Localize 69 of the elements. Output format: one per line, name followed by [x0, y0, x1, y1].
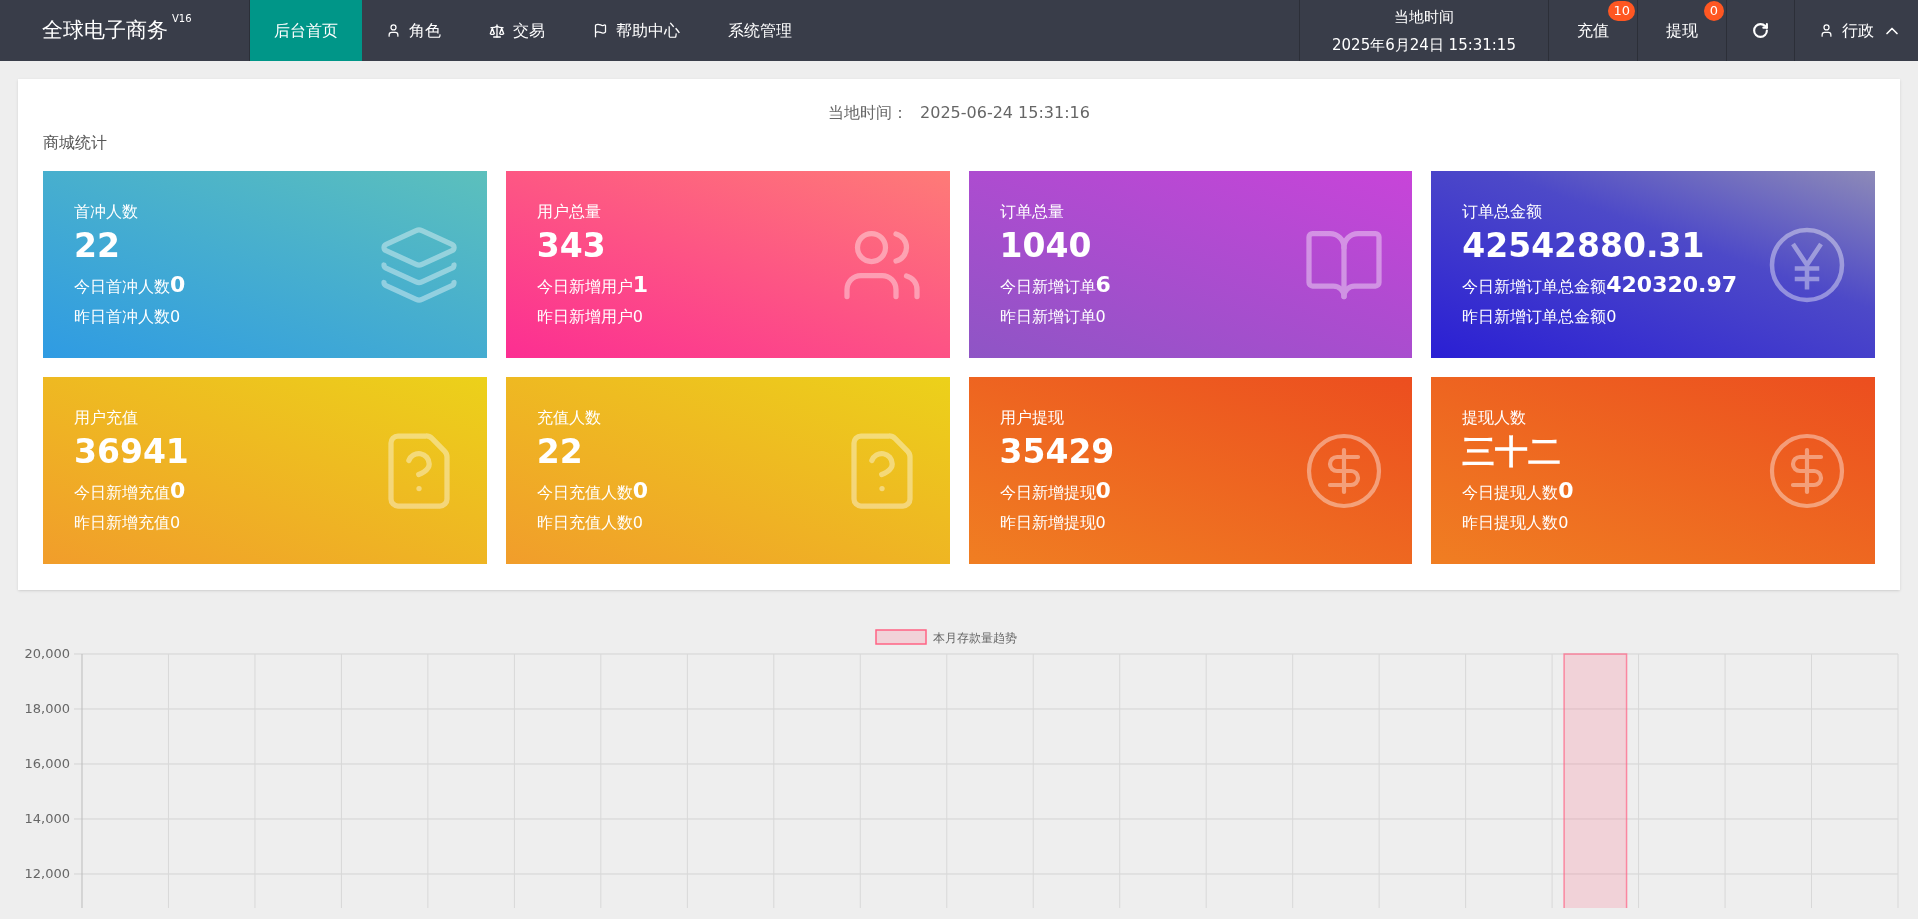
nav-tab[interactable]: 帮助中心 — [569, 0, 704, 61]
y-axis-label: 12,000 — [24, 866, 70, 881]
count-badge: 0 — [1704, 1, 1724, 21]
card-title: 充值人数 — [536, 407, 602, 429]
card-title: 首冲人数 — [74, 201, 139, 223]
card-value: 1040 — [999, 225, 1093, 267]
today-label: 今日新增提现 — [999, 483, 1096, 504]
today-label: 今日新增充值 — [74, 483, 170, 504]
card-value: 36941 — [74, 431, 189, 473]
scale-icon — [489, 22, 505, 39]
flag-icon — [593, 23, 608, 38]
yesterday-stat: 昨日新增充值0 — [74, 512, 182, 534]
yesterday-stat: 昨日新增订单总金额0 — [1462, 306, 1618, 328]
card-value: 22 — [536, 431, 584, 473]
yesterday-stat: 昨日新增订单0 — [999, 306, 1107, 328]
yesterday-stat: 昨日新增提现0 — [999, 512, 1107, 534]
yesterday-stat: 昨日提现人数0 — [1462, 512, 1570, 534]
today-value: 0 — [170, 271, 186, 299]
nav-tab[interactable]: 交易 — [465, 0, 569, 61]
card-value: 343 — [536, 225, 607, 267]
card-title: 订单总量 — [999, 201, 1065, 223]
today-value: 0 — [170, 477, 186, 505]
card-title: 用户提现 — [999, 407, 1065, 429]
today-value: 1 — [632, 271, 649, 299]
chart-legend[interactable]: 本月存款量趋势 — [875, 629, 1017, 645]
today-label: 今日提现人数 — [1462, 483, 1559, 504]
time-label: 当地时间： — [828, 102, 909, 124]
user-icon — [1819, 23, 1834, 38]
yesterday-stat: 昨日充值人数0 — [536, 512, 644, 534]
action-button[interactable]: 充值 10 — [1549, 0, 1638, 61]
refresh-icon — [1752, 22, 1769, 39]
card-value: 三十二 — [1462, 431, 1563, 473]
y-axis-label: 14,000 — [24, 811, 70, 826]
nav-tab[interactable]: 系统管理 — [704, 0, 816, 61]
card-title: 提现人数 — [1462, 407, 1528, 429]
card-value: 35429 — [999, 431, 1115, 473]
yesterday-stat: 昨日新增用户0 — [536, 306, 644, 328]
today-label: 今日新增订单总金额 — [1462, 277, 1607, 298]
brand-title: 全球电子商务 — [42, 16, 168, 44]
clock-label: 当地时间 — [1394, 6, 1454, 28]
card-title: 用户充值 — [74, 407, 139, 429]
card-value: 42542880.31 — [1462, 225, 1706, 267]
nav-tab[interactable]: 角色 — [362, 0, 465, 61]
time-value: 2025-06-24 15:31:16 — [920, 102, 1090, 124]
card-value: 22 — [74, 225, 121, 267]
user-icon — [386, 23, 401, 38]
user-menu[interactable]: 行政 — [1795, 0, 1918, 61]
section-title: 商城统计 — [43, 132, 108, 154]
count-badge: 10 — [1608, 1, 1635, 21]
version-label: V16 — [172, 12, 192, 26]
today-value: 0 — [632, 477, 649, 505]
card-title: 用户总量 — [536, 201, 602, 223]
today-value: 6 — [1095, 271, 1111, 299]
today-value: 0 — [1558, 477, 1574, 505]
today-label: 今日新增订单 — [999, 277, 1096, 298]
y-axis-label: 18,000 — [24, 701, 70, 716]
y-axis-label: 16,000 — [24, 756, 70, 771]
today-label: 今日首冲人数 — [74, 277, 170, 298]
legend-label: 本月存款量趋势 — [933, 631, 1017, 645]
action-button[interactable]: 提现 0 — [1638, 0, 1727, 61]
y-axis-label: 20,000 — [24, 646, 70, 661]
today-value: 420320.97 — [1606, 271, 1738, 299]
clock-value: 2025年6月24日 15:31:15 — [1332, 34, 1516, 56]
yesterday-stat: 昨日首冲人数0 — [74, 306, 182, 328]
today-value: 0 — [1095, 477, 1111, 505]
nav-tab[interactable]: 后台首页 — [250, 0, 362, 61]
today-label: 今日充值人数 — [536, 483, 633, 504]
card-title: 订单总金额 — [1462, 201, 1544, 223]
today-label: 今日新增用户 — [536, 276, 633, 298]
